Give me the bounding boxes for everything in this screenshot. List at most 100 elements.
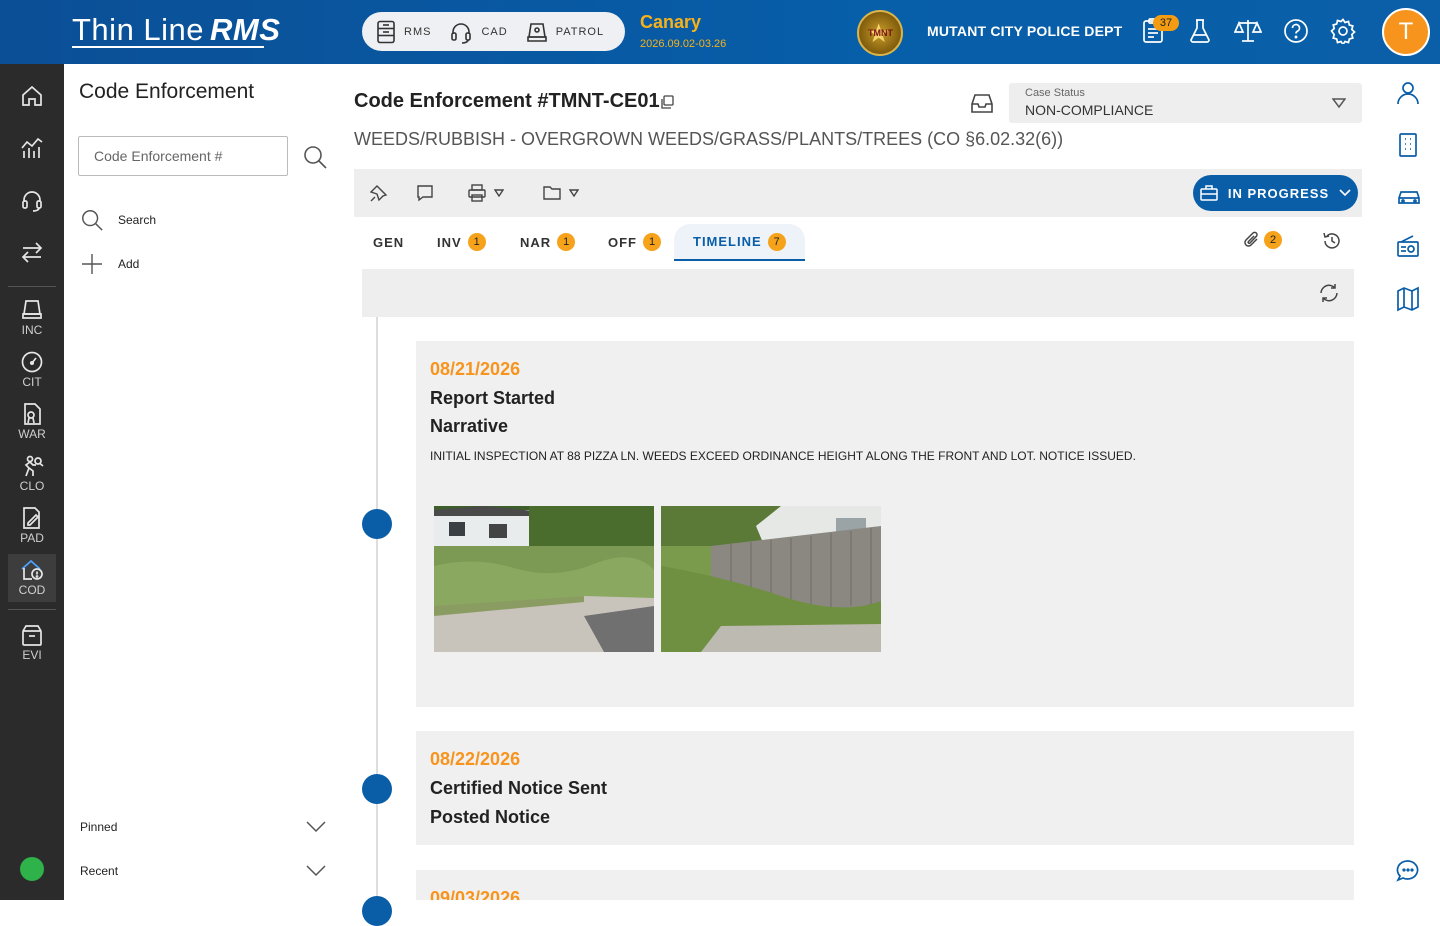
rail-module-inc[interactable]: INC xyxy=(8,294,56,342)
rail-module-label: CLO xyxy=(19,479,45,493)
search-icon xyxy=(82,210,103,231)
code-house-icon xyxy=(21,559,43,580)
timeline-line xyxy=(376,317,378,917)
rail-transfer[interactable] xyxy=(8,228,56,276)
home-icon xyxy=(22,85,42,106)
sidebar-search-action[interactable]: Search xyxy=(80,208,156,232)
recent-label: Recent xyxy=(80,864,119,878)
analytics-icon xyxy=(21,137,43,158)
history-icon xyxy=(1323,232,1340,249)
history-button[interactable] xyxy=(1322,231,1342,251)
rail-module-label: COD xyxy=(18,583,46,597)
user-avatar[interactable]: T xyxy=(1382,8,1430,56)
chevron-down-icon xyxy=(1339,189,1351,197)
case-violation-type: WEEDS/RUBBISH - OVERGROWN WEEDS/GRASS/PL… xyxy=(354,129,1064,149)
tab-inv[interactable]: INV 1 xyxy=(418,224,505,260)
chat-button[interactable] xyxy=(1396,858,1420,884)
scales-icon xyxy=(1234,20,1262,42)
rail-divider xyxy=(8,286,56,287)
car-icon xyxy=(1398,191,1420,204)
tab-nar[interactable]: NAR 1 xyxy=(501,224,594,260)
environment-name: Canary xyxy=(640,12,702,32)
mode-rms-button[interactable]: RMS xyxy=(376,20,431,44)
inbox-button[interactable] xyxy=(970,92,996,116)
building-lookup-button[interactable] xyxy=(1396,132,1420,158)
attachments-button[interactable]: 2 xyxy=(1244,231,1282,249)
case-number-search-input[interactable] xyxy=(78,136,288,176)
chat-icon xyxy=(1396,860,1419,882)
folder-menu-button[interactable] xyxy=(543,183,579,203)
tab-label: NAR xyxy=(520,234,552,250)
folder-icon xyxy=(543,186,561,200)
mode-patrol-button[interactable]: PATROL xyxy=(526,20,604,44)
lab-button[interactable] xyxy=(1188,18,1214,44)
case-status-select[interactable]: Case Status NON-COMPLIANCE xyxy=(1009,83,1362,123)
evidence-photo[interactable] xyxy=(434,506,654,652)
vehicle-lookup-button[interactable] xyxy=(1396,184,1420,210)
sidebar-search-button[interactable] xyxy=(302,144,328,170)
copy-case-number-button[interactable] xyxy=(660,95,676,111)
timeline-entry-subtitle: Posted Notice xyxy=(430,807,551,827)
timeline-entry-date: 09/03/2026 xyxy=(430,888,521,900)
tab-count-badge: 7 xyxy=(767,232,786,251)
workflow-status-button[interactable]: IN PROGRESS xyxy=(1193,175,1358,211)
case-toolbar: IN PROGRESS xyxy=(354,169,1362,217)
recent-section-toggle[interactable]: Recent xyxy=(80,864,326,878)
timeline-entry-date: 08/22/2026 xyxy=(430,749,521,769)
print-menu-button[interactable] xyxy=(468,183,504,203)
settings-button[interactable] xyxy=(1330,18,1356,44)
left-rail: INC CIT WAR CLO PAD COD EVI xyxy=(0,64,64,900)
rail-analytics[interactable] xyxy=(8,124,56,172)
rail-module-clo[interactable]: CLO xyxy=(8,450,56,498)
headset-icon xyxy=(22,191,42,212)
person-lookup-button[interactable] xyxy=(1396,80,1420,106)
help-button[interactable] xyxy=(1283,18,1309,44)
timeline-marker xyxy=(362,896,392,926)
tab-count-badge: 1 xyxy=(643,233,661,251)
timeline-marker xyxy=(362,774,392,804)
building-icon xyxy=(1399,133,1417,157)
environment-info: Canary 2026.09.02-03.26 xyxy=(640,12,726,50)
radio-icon xyxy=(1397,235,1419,257)
copy-icon xyxy=(661,95,674,109)
app-logo[interactable]: Thin Line RMS xyxy=(72,12,280,48)
rail-module-label: EVI xyxy=(22,648,42,662)
rail-module-label: CIT xyxy=(22,375,42,389)
logo-underline xyxy=(72,46,264,48)
rail-module-cit[interactable]: CIT xyxy=(8,346,56,394)
evidence-photo[interactable] xyxy=(661,506,881,652)
rail-dispatch[interactable] xyxy=(8,176,56,224)
online-status-indicator[interactable] xyxy=(20,857,44,881)
tab-label: GEN xyxy=(373,234,405,250)
rail-module-pad[interactable]: PAD xyxy=(8,502,56,550)
rail-module-label: INC xyxy=(21,323,43,337)
legal-button[interactable] xyxy=(1234,18,1262,44)
comment-button[interactable] xyxy=(416,183,434,203)
map-button[interactable] xyxy=(1396,286,1420,312)
refresh-timeline-button[interactable] xyxy=(1318,282,1340,304)
rail-module-cod[interactable]: COD xyxy=(8,554,56,602)
tab-gen[interactable]: GEN xyxy=(354,224,423,260)
sidebar-add-action[interactable]: Add xyxy=(80,252,139,276)
map-icon xyxy=(1397,286,1419,312)
tab-off[interactable]: OFF 1 xyxy=(589,224,680,260)
briefcase-icon xyxy=(1200,185,1218,201)
radio-button[interactable] xyxy=(1396,234,1420,260)
mode-cad-button[interactable]: CAD xyxy=(449,20,507,44)
seal-text: TMNT xyxy=(868,28,893,38)
pinned-section-toggle[interactable]: Pinned xyxy=(80,820,326,834)
help-circle-icon xyxy=(1284,19,1308,43)
tab-timeline[interactable]: TIMELINE 7 xyxy=(674,224,805,261)
rail-home[interactable] xyxy=(8,72,56,120)
pin-button[interactable] xyxy=(370,183,388,203)
right-rail xyxy=(1376,64,1440,900)
rail-module-evi[interactable]: EVI xyxy=(8,619,56,667)
rail-module-label: WAR xyxy=(18,427,46,441)
notifications-badge: 37 xyxy=(1153,15,1179,31)
timeline-entry-subtitle: Narrative xyxy=(430,416,509,436)
timeline-entry-title: Certified Notice Sent xyxy=(430,778,608,798)
rail-module-war[interactable]: WAR xyxy=(8,398,56,446)
person-search-icon xyxy=(24,455,44,477)
rail-module-label: PAD xyxy=(20,531,44,545)
timeline-entry: 08/21/2026 Report Started Narrative INIT… xyxy=(416,341,1354,707)
